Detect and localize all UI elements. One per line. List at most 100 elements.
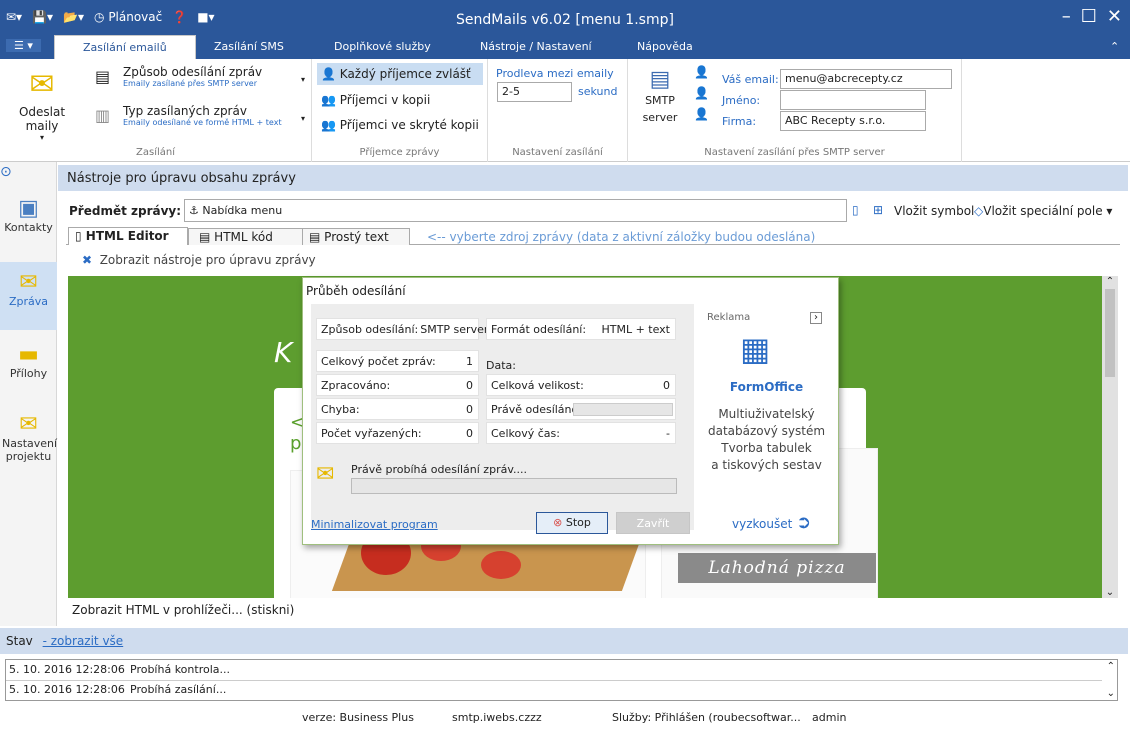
dlg-method-label: Způsob odesílání: [321,323,419,336]
nav-kontakty-label: Kontakty [4,221,53,234]
nav-nastaveni-label: Nastavení projektu [2,437,58,463]
dlg-data-label: Data: [486,359,516,372]
company-label: Firma: [722,115,757,128]
processed-cell: Zpracováno: 0 [316,374,479,396]
type-label: Typ zasílaných zpráv [123,104,247,118]
dlg-processed-label: Zpracováno: [321,379,391,392]
minimize-icon[interactable]: – [1062,6,1071,27]
dlg-error-value: 0 [466,403,473,416]
show-tools-link[interactable]: ✖ Zobrazit nástroje pro úpravu zprávy [82,253,316,267]
nav-prilohy[interactable]: ▬ Přílohy [0,342,57,402]
collapse-ribbon-icon[interactable]: ⌃ [1110,40,1119,53]
dlg-total-label: Celkový počet zpráv: [321,355,436,368]
dlg-excluded-value: 0 [466,427,473,440]
recipient-cc-label: Příjemci v kopii [339,93,431,107]
ad-line-1: Multiuživatelský [718,407,815,421]
ad-text: Multiuživatelský databázový systém Tvorb… [700,406,833,474]
tab-html-editor[interactable]: ▯ HTML Editor [68,227,188,245]
left-navigation: ⊙ ▣ Kontakty ✉ Zpráva ▬ Přílohy ✉ Nastav… [0,162,57,626]
tab-html-kod[interactable]: ▤ HTML kód [188,228,308,245]
email-label: Váš email: [722,73,779,86]
tab-prosty-text[interactable]: ▤ Prostý text [302,228,410,245]
method-dropdown[interactable]: ▤ Způsob odesílání zpráv Emaily zasílané … [95,65,305,88]
nav-zprava[interactable]: ✉ Zpráva [0,262,57,330]
nav-nastaveni[interactable]: ✉ Nastavení projektu [0,412,57,482]
subject-label: Předmět zprávy: [69,204,182,218]
size-cell: Celková velikost: 0 [486,374,676,396]
status-label: Stav [6,634,33,648]
insert-special-label: Vložit speciální pole [983,204,1103,218]
ad-try-label: vyzkoušet [732,517,793,531]
ad-try-link[interactable]: vyzkoušet ➲ [732,512,811,533]
name-field[interactable] [780,90,926,110]
tomato-half-image [481,551,521,579]
close-dialog-button[interactable]: Zavřít [616,512,690,534]
source-hint: <-- vyberte zdroj zprávy (data z aktivní… [427,230,816,244]
dlg-progress-text: Právě probíhá odesílání zpráv.... [351,463,527,476]
page-icon[interactable]: ▯ [852,203,859,217]
tab-zasilani-sms[interactable]: Zasílání SMS [214,40,284,53]
tab-napoveda[interactable]: Nápověda [637,40,693,53]
ad-next-icon[interactable]: › [810,312,822,324]
dlg-excluded-label: Počet vyřazených: [321,427,422,440]
tab-nastroje[interactable]: Nástroje / Nastavení [480,40,592,53]
recipient-each-option[interactable]: 👤 Každý příjemce zvlášť [317,63,483,85]
dlg-processed-value: 0 [466,379,473,392]
smtp-server-button[interactable]: ▤ SMTP server [638,67,682,126]
message-icon: ✉ [19,270,38,295]
group-smtp: ▤ SMTP server 👤 👤 👤 Váš email: menu@abcr… [628,59,962,162]
dlg-size-value: 0 [663,379,670,392]
tag-icon: ◇ [974,204,984,218]
progress-bar [351,478,677,494]
folder-nav-icon: ▬ [18,342,39,367]
log-scroll-up-icon[interactable]: ⌃ [1107,661,1115,672]
footer-smtp: smtp.iwebs.czzz [452,711,542,724]
stop-button[interactable]: ⊗ Stop [536,512,608,534]
group-label-zasilani: Zasílání [136,147,175,158]
recipient-each-label: Každý příjemce zvlášť [339,67,471,81]
group-recipients: 👤 Každý příjemce zvlášť 👥 Příjemci v kop… [312,59,488,162]
type-dropdown[interactable]: ▥ Typ zasílaných zpráv Emaily odesílané v… [95,104,305,127]
company-field[interactable]: ABC Recepty s.r.o. [780,111,926,131]
recipient-cc-option[interactable]: 👥 Příjemci v kopii [317,89,483,111]
doc-type-icon: ▥ [95,106,111,125]
footer-status-bar: verze: Business Plus smtp.iwebs.czzz Slu… [0,706,1130,730]
subject-input[interactable]: ⚓ Nabídka menu [184,199,847,222]
format-cell: Formát odesílání: HTML + text [486,318,676,340]
smtp-label: SMTP server [642,94,678,124]
back-arrow-icon[interactable]: ⊙ [0,164,12,180]
log-message: Probíhá zasílání... [130,683,227,696]
insert-symbol-button[interactable]: Vložit symbol [894,204,974,218]
name-label: Jméno: [722,94,761,107]
dlg-size-label: Celková velikost: [491,379,584,392]
tab-doplnkove-sluzby[interactable]: Doplňkové služby [334,40,431,53]
tab-zasilani-emailu[interactable]: Zasílání emailů [54,35,196,59]
envelope-icon: ✉ [29,67,55,102]
dlg-total-value: 1 [466,355,473,368]
email-field[interactable]: menu@abcrecepty.cz [780,69,952,89]
user-icon: 👤 [694,65,709,79]
insert-special-button[interactable]: ◇Vložit speciální pole ▾ [974,204,1112,218]
app-menu-button[interactable]: ☰ ▾ [6,39,41,52]
editor-icon: ▯ [75,229,82,243]
status-header: Stav - zobrazit vše [0,628,1128,654]
ad-panel: Reklama › ▦ FormOffice Multiuživatelský … [700,304,833,540]
delay-input[interactable]: 2-5 [497,82,572,102]
group-label-settings: Nastavení zasílání [512,147,603,158]
content-header: Nástroje pro úpravu obsahu zprávy [58,165,1128,191]
close-icon[interactable]: ✕ [1107,6,1122,27]
preview-scrollbar[interactable]: ⌃ ⌄ [1102,276,1118,598]
delay-unit: sekund [578,85,618,98]
nav-kontakty[interactable]: ▣ Kontakty [0,196,57,256]
footer-services: Služby: Přihlášen (roubecsoftwar... [612,711,801,724]
document-icon: ▤ [95,67,111,86]
show-all-link[interactable]: - zobrazit vše [43,634,124,648]
minimize-program-link[interactable]: Minimalizovat program [311,518,438,531]
recipient-bcc-option[interactable]: 👥 Příjemci ve skryté kopii [317,114,483,136]
send-mails-button[interactable]: ✉ Odeslat maily ▾ [4,67,80,142]
stop-icon: ⊗ [553,516,563,529]
log-scroll-down-icon[interactable]: ⌄ [1107,688,1115,699]
maximize-icon[interactable]: ☐ [1081,6,1097,27]
browser-hint[interactable]: Zobrazit HTML v prohlížeči... (stiskni) [72,603,294,617]
dlg-time-value: - [666,427,670,440]
